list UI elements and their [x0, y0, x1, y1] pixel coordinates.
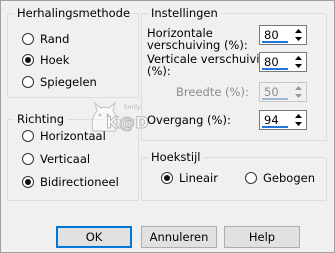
radio-hoek[interactable]: Hoek	[22, 53, 69, 67]
ok-button-label: OK	[85, 230, 103, 244]
ok-button[interactable]: OK	[56, 226, 132, 248]
spinner-slider-track[interactable]	[262, 41, 288, 43]
radio-button[interactable]	[22, 153, 34, 165]
spin-down-icon	[291, 92, 305, 100]
spinner-slider-track[interactable]	[262, 68, 288, 70]
radio-gebogen[interactable]: Gebogen	[245, 171, 315, 185]
spin-up-icon[interactable]	[291, 54, 305, 62]
spinner-arrows[interactable]	[291, 112, 305, 128]
radio-rand-label: Rand	[40, 32, 70, 46]
radio-verticaal[interactable]: Verticaal	[22, 152, 90, 166]
radio-button[interactable]	[22, 33, 34, 45]
horizontal-shift-spinner[interactable]: 80	[259, 25, 307, 45]
radio-button-checked[interactable]	[22, 54, 34, 66]
spinner-slider-track	[262, 98, 288, 100]
radio-bidirectioneel[interactable]: Bidirectioneel	[22, 175, 119, 189]
radio-button-checked[interactable]	[22, 176, 34, 188]
spin-down-icon[interactable]	[291, 62, 305, 70]
horizontal-shift-label-2: verschuiving (%):	[147, 38, 248, 52]
radio-verticaal-label: Verticaal	[40, 152, 91, 166]
transition-value[interactable]: 94	[264, 113, 279, 127]
help-button[interactable]: Help	[224, 226, 300, 248]
help-button-label: Help	[248, 230, 276, 244]
cancel-button[interactable]: Annuleren	[141, 226, 217, 248]
radio-gebogen-label: Gebogen	[263, 171, 315, 185]
spin-up-icon	[291, 84, 305, 92]
spin-up-icon[interactable]	[291, 112, 305, 120]
settings-group-title: Instellingen	[148, 6, 221, 20]
radio-button[interactable]	[22, 130, 34, 142]
transition-spinner[interactable]: 94	[259, 110, 307, 130]
radio-hoek-label: Hoek	[40, 53, 70, 67]
radio-lineair-label: Lineair	[179, 171, 218, 185]
radio-spiegelen-label: Spiegelen	[40, 75, 97, 89]
width-value: 50	[264, 85, 279, 99]
direction-group-title: Richting	[14, 112, 68, 126]
radio-rand[interactable]: Rand	[22, 32, 69, 46]
spinner-slider-track[interactable]	[262, 126, 288, 128]
cancel-button-label: Annuleren	[149, 230, 209, 244]
radio-button[interactable]	[22, 76, 34, 88]
spinner-arrows	[291, 84, 305, 100]
radio-lineair[interactable]: Lineair	[161, 171, 218, 185]
repetition-group-title: Herhalingsmethode	[14, 6, 134, 20]
spin-down-icon[interactable]	[291, 35, 305, 43]
spin-down-icon[interactable]	[291, 120, 305, 128]
vertical-shift-spinner[interactable]: 80	[259, 52, 307, 72]
vertical-shift-label-2: (%):	[147, 64, 171, 78]
width-label: Breedte (%):	[176, 85, 249, 99]
spin-up-icon[interactable]	[291, 27, 305, 35]
radio-button-checked[interactable]	[161, 172, 173, 184]
width-spinner: 50	[259, 82, 307, 102]
watermark-small-text: Emily	[124, 104, 141, 111]
spinner-arrows[interactable]	[291, 54, 305, 70]
vertical-shift-value[interactable]: 80	[264, 55, 279, 69]
radio-button[interactable]	[245, 172, 257, 184]
corner-style-group-title: Hoekstijl	[148, 150, 204, 164]
radio-spiegelen[interactable]: Spiegelen	[22, 75, 97, 89]
horizontal-shift-value[interactable]: 80	[264, 28, 279, 42]
transition-label: Overgang (%):	[147, 113, 231, 127]
radio-bidirectioneel-label: Bidirectioneel	[40, 175, 119, 189]
spinner-arrows[interactable]	[291, 27, 305, 43]
